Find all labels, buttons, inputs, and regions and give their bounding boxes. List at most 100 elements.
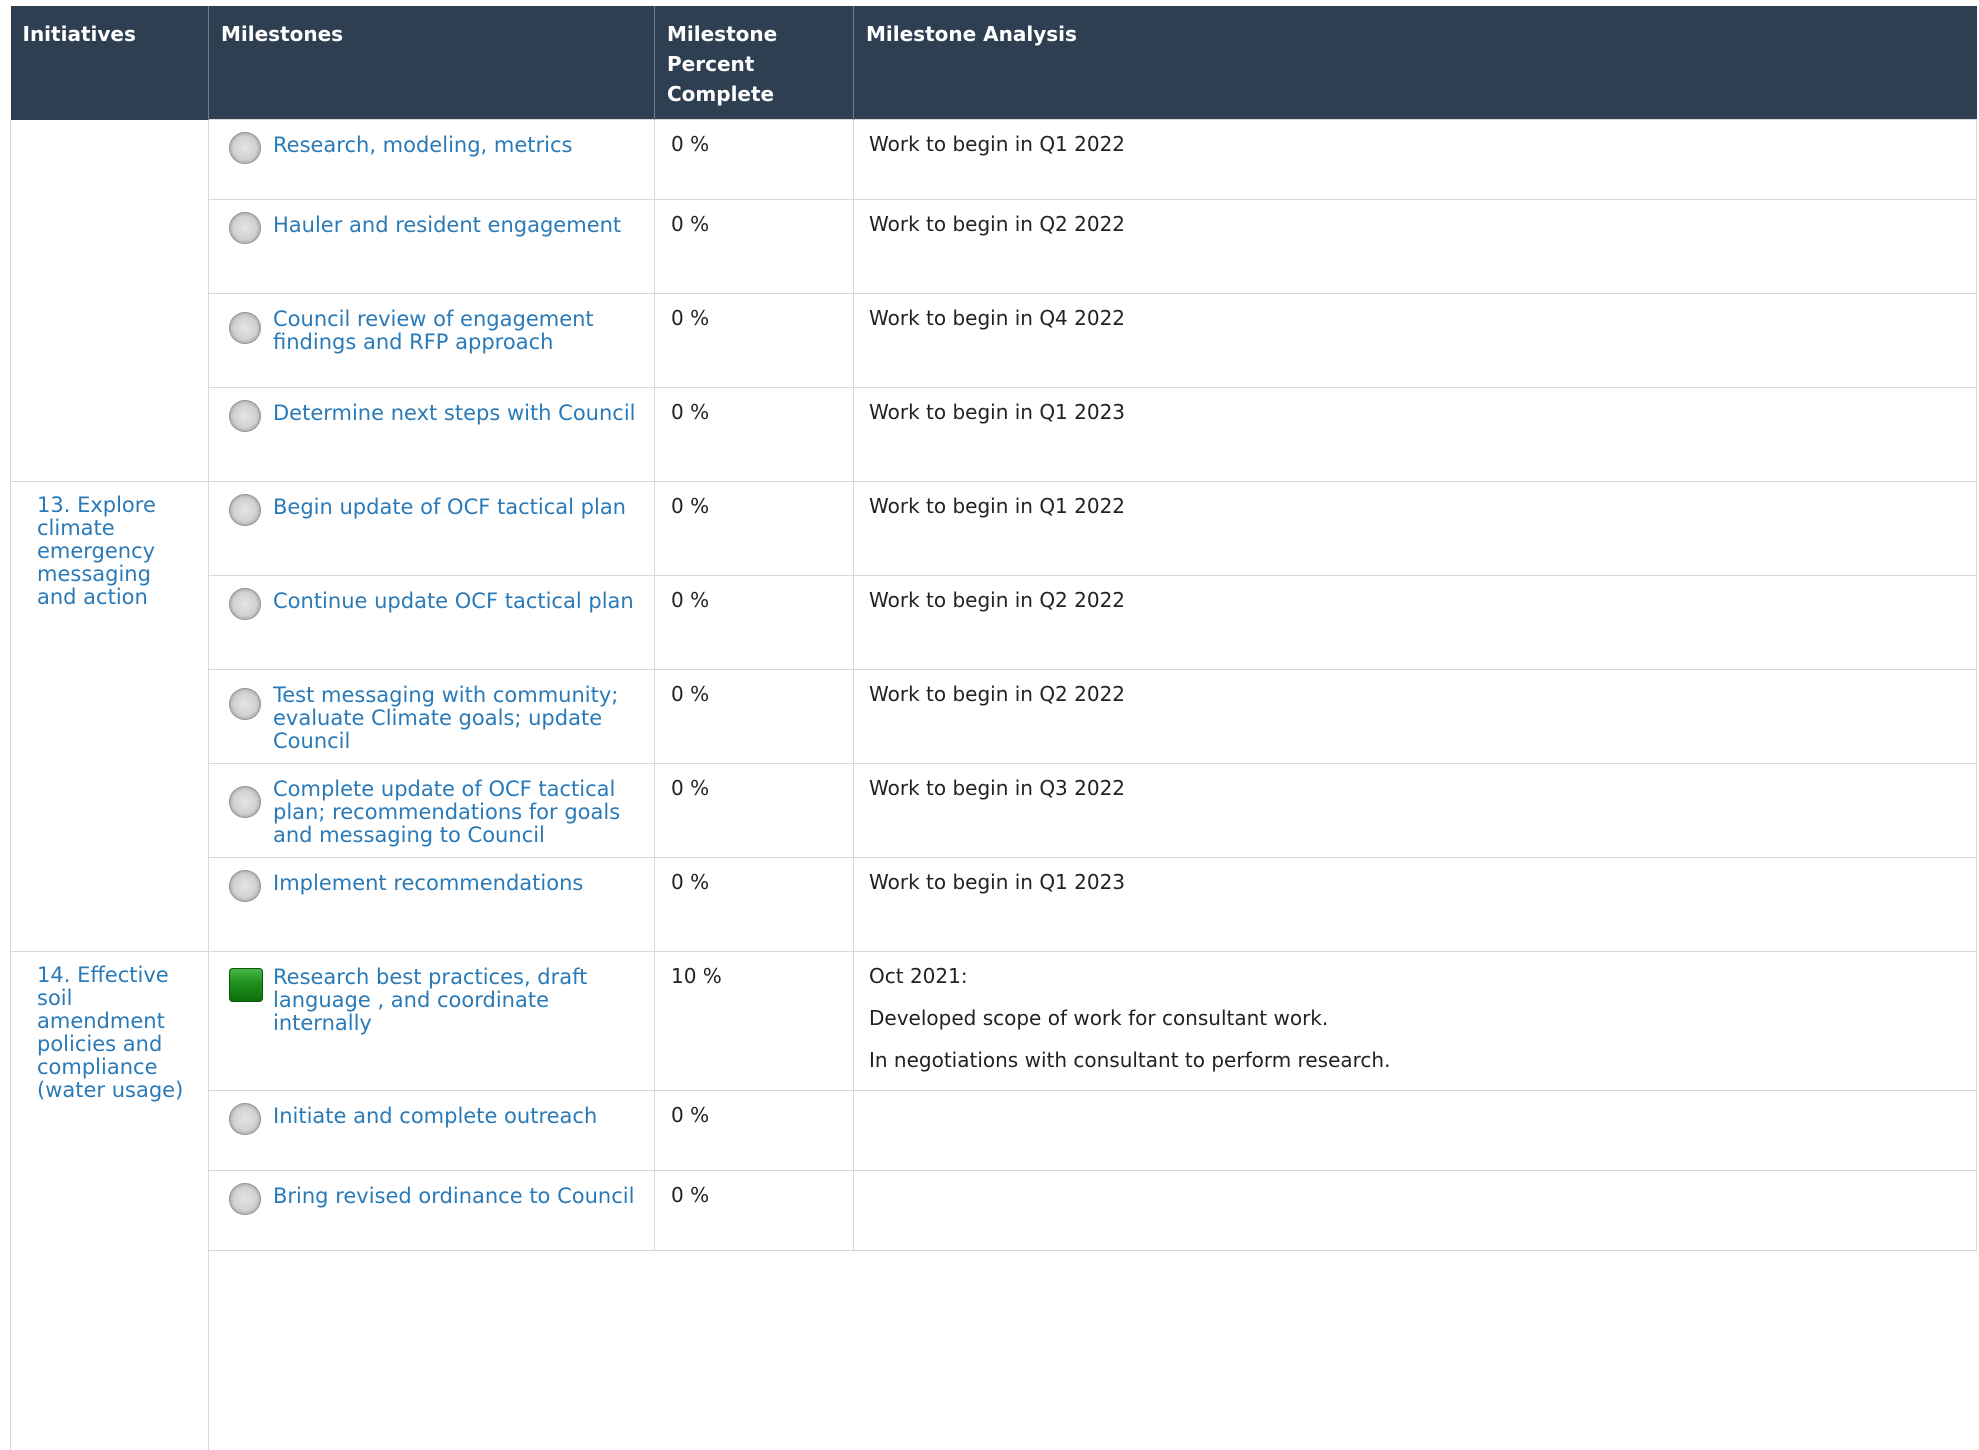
percent-cell: 0 %: [654, 857, 854, 952]
percent-cell: 0 %: [654, 387, 854, 482]
status-icon-slot: [229, 494, 273, 526]
analysis-cell: Work to begin in Q2 2022: [853, 199, 1977, 294]
milestone-link[interactable]: Research best practices, draft language …: [273, 966, 644, 1035]
analysis-text: Work to begin in Q4 2022: [869, 306, 1126, 330]
milestone-cell: Continue update OCF tactical plan: [208, 575, 655, 670]
status-gray-circle-icon: [229, 132, 261, 164]
analysis-text: Work to begin in Q2 2022: [869, 682, 1126, 706]
analysis-cell: Work to begin in Q2 2022: [853, 669, 1977, 764]
analysis-text: In negotiations with consultant to perfo…: [869, 1048, 1391, 1072]
percent-complete-value: 0 %: [671, 776, 710, 800]
milestone-cell: Initiate and complete outreach: [208, 1090, 655, 1171]
percent-complete-value: 0 %: [671, 494, 710, 518]
milestone-analysis-header: Milestone Analysis: [853, 6, 1977, 120]
milestone-link[interactable]: Research, modeling, metrics: [273, 134, 572, 157]
status-gray-circle-icon: [229, 1183, 261, 1215]
milestone-cell: Research, modeling, metrics: [208, 119, 655, 200]
percent-cell: 0 %: [654, 575, 854, 670]
percent-complete-value: 0 %: [671, 400, 710, 424]
milestone-link[interactable]: Begin update of OCF tactical plan: [273, 496, 626, 519]
analysis-text: Work to begin in Q1 2022: [869, 132, 1126, 156]
milestone-cell: Test messaging with community; evaluate …: [208, 669, 655, 764]
milestone-link[interactable]: Continue update OCF tactical plan: [273, 590, 634, 613]
table-row: 14. Effective soil amendment policies an…: [10, 951, 1977, 1251]
status-icon-slot: [229, 132, 273, 164]
milestone-item: Council review of engagement findings an…: [209, 294, 654, 354]
percent-cell: 10 %: [654, 951, 854, 1091]
milestone-analysis: Oct 2021: Developed scope of work for con…: [854, 952, 1976, 1072]
analysis-cell: Work to begin in Q3 2022: [853, 763, 1977, 858]
milestone-link[interactable]: Hauler and resident engagement: [273, 214, 621, 237]
analysis-cell: Work to begin in Q4 2022: [853, 293, 1977, 388]
milestone-link[interactable]: Determine next steps with Council: [273, 402, 636, 425]
status-icon-slot: [229, 870, 273, 902]
status-gray-circle-icon: [229, 786, 261, 818]
milestone-cell: Complete update of OCF tactical plan; re…: [208, 763, 655, 858]
milestone-cell: Begin update of OCF tactical plan: [208, 481, 655, 576]
milestone-analysis: [854, 1171, 1976, 1183]
percent-complete-value: 0 %: [671, 1103, 710, 1127]
table-row: Implement recommendations 0 % Work to begi…: [11, 857, 1977, 952]
initiative-cell: 13. Explore climate emergency messaging …: [10, 481, 209, 952]
percent-complete-value: 10 %: [671, 964, 722, 988]
table-row: Initiate and complete outreach 0 %: [11, 1090, 1977, 1171]
milestone-item: Research best practices, draft language …: [209, 952, 654, 1035]
milestone-item: Implement recommendations: [209, 858, 654, 902]
table-row: 13. Explore climate emergency messaging …: [10, 481, 1977, 952]
initiative-link[interactable]: 14. Effective soil amendment policies an…: [37, 964, 196, 1102]
analysis-text: Oct 2021:: [869, 964, 968, 988]
milestone-link[interactable]: Council review of engagement findings an…: [273, 308, 644, 354]
status-icon-slot: [229, 1183, 273, 1215]
status-icon-slot: [229, 588, 273, 620]
milestone-analysis: Work to begin in Q2 2022: [854, 200, 1976, 236]
milestone-cell: Hauler and resident engagement: [208, 199, 655, 294]
percent-complete-header: Milestone Percent Complete: [654, 6, 854, 120]
milestone-table: Initiatives Milestones Milestone Percent…: [10, 6, 1977, 1251]
status-gray-circle-icon: [229, 588, 261, 620]
table-row: Bring revised ordinance to Council 0 %: [11, 1170, 1977, 1251]
analysis-cell: Oct 2021: Developed scope of work for con…: [853, 951, 1977, 1091]
milestone-analysis: [854, 1091, 1976, 1103]
table-row: Research, modeling, metrics 0 % Work to be…: [10, 119, 1977, 482]
analysis-cell: Work to begin in Q1 2023: [853, 387, 1977, 482]
percent-cell: 0 %: [654, 199, 854, 294]
analysis-text: Developed scope of work for consultant w…: [869, 1006, 1329, 1030]
table-row: Hauler and resident engagement 0 % Work to…: [11, 199, 1977, 294]
milestone-link[interactable]: Implement recommendations: [273, 872, 583, 895]
analysis-cell: [853, 1170, 1977, 1251]
milestone-item: Research, modeling, metrics: [209, 120, 654, 164]
status-green-square-icon: [229, 968, 263, 1002]
milestone-analysis: Work to begin in Q1 2022: [854, 120, 1976, 156]
percent-complete-value: 0 %: [671, 212, 710, 236]
milestone-link[interactable]: Test messaging with community; evaluate …: [273, 684, 644, 753]
percent-cell: 0 %: [654, 119, 854, 200]
milestones-header: Milestones: [208, 6, 655, 120]
percent-cell: 0 %: [654, 669, 854, 764]
milestone-item: Hauler and resident engagement: [209, 200, 654, 244]
percent-complete-value: 0 %: [671, 588, 710, 612]
milestone-cell: Determine next steps with Council: [208, 387, 655, 482]
initiative-link[interactable]: 13. Explore climate emergency messaging …: [37, 494, 196, 609]
percent-cell: 0 %: [654, 763, 854, 858]
table-body: Research, modeling, metrics 0 % Work to be…: [10, 119, 1977, 1251]
table-row: Test messaging with community; evaluate …: [11, 669, 1977, 764]
percent-complete-value: 0 %: [671, 1183, 710, 1207]
percent-complete-value: 0 %: [671, 306, 710, 330]
status-icon-slot: [229, 312, 273, 344]
percent-complete-value: 0 %: [671, 132, 710, 156]
milestone-analysis: Work to begin in Q3 2022: [854, 764, 1976, 800]
table-header-row: Initiatives Milestones Milestone Percent…: [10, 6, 1977, 120]
milestone-link[interactable]: Bring revised ordinance to Council: [273, 1185, 634, 1208]
milestone-analysis: Work to begin in Q2 2022: [854, 576, 1976, 612]
initiative-cell: [10, 119, 209, 482]
table-row: Determine next steps with Council 0 % Work…: [11, 387, 1977, 482]
status-icon-slot: [229, 400, 273, 432]
percent-cell: 0 %: [654, 293, 854, 388]
milestone-link[interactable]: Complete update of OCF tactical plan; re…: [273, 778, 644, 847]
status-gray-circle-icon: [229, 688, 261, 720]
initiative-cell: 14. Effective soil amendment policies an…: [10, 951, 209, 1251]
milestone-cell: Council review of engagement findings an…: [208, 293, 655, 388]
status-gray-circle-icon: [229, 400, 261, 432]
status-gray-circle-icon: [229, 494, 261, 526]
milestone-link[interactable]: Initiate and complete outreach: [273, 1105, 597, 1128]
